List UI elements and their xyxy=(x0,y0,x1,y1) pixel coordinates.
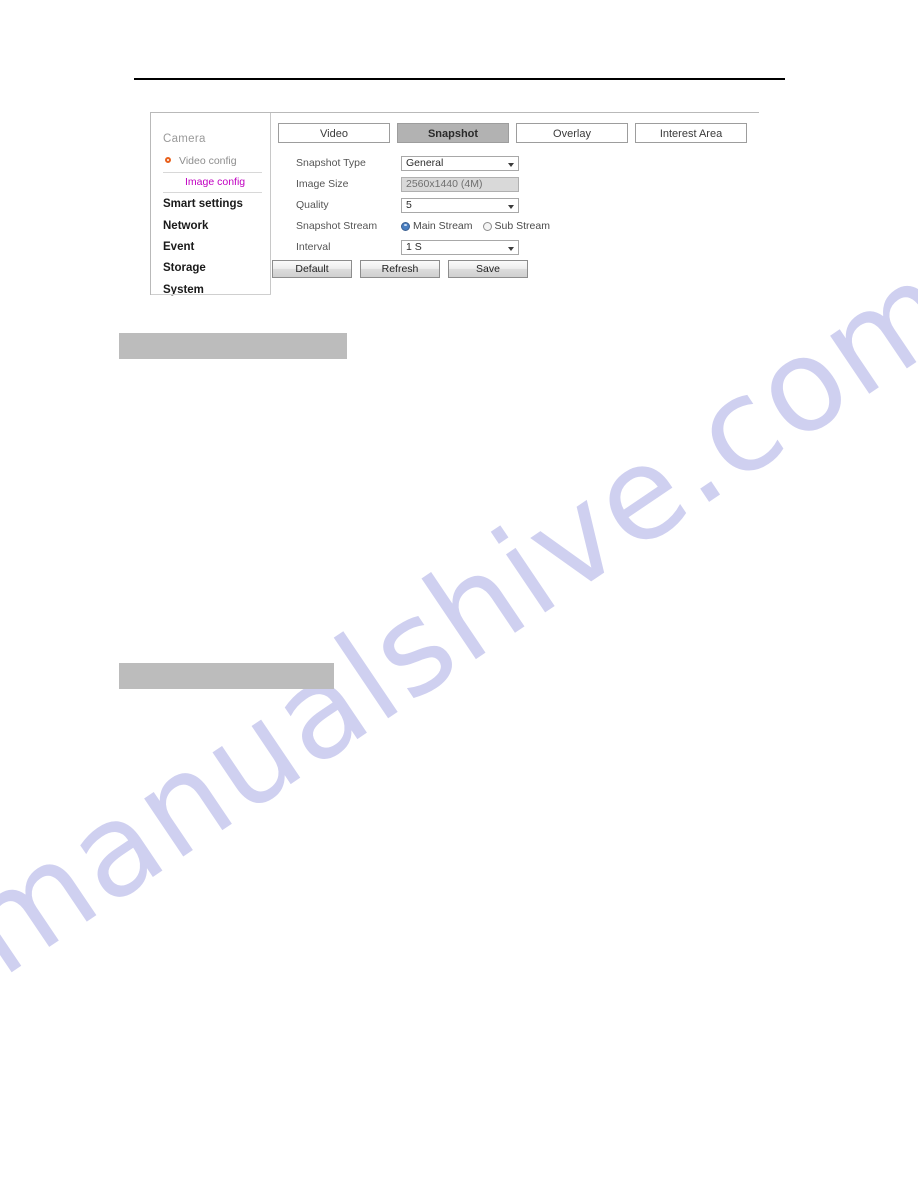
sidebar-item-network[interactable]: Network xyxy=(163,215,270,236)
heading-redaction-lower xyxy=(119,663,334,689)
radio-bullet-icon xyxy=(165,157,171,163)
tab-bar: Video Snapshot Overlay Interest Area xyxy=(278,123,754,143)
quality-label: Quality xyxy=(296,199,329,211)
heading-redaction-upper xyxy=(119,333,347,359)
tab-interest-area[interactable]: Interest Area xyxy=(635,123,747,143)
chevron-down-icon xyxy=(508,204,514,209)
sidebar-item-system[interactable]: System xyxy=(163,279,270,300)
radio-unselected-icon xyxy=(482,221,492,231)
camera-web-ui-screenshot: Camera Video config Image config Smart s… xyxy=(150,112,759,296)
snapshot-type-value: General xyxy=(406,156,444,169)
image-size-label: Image Size xyxy=(296,178,349,190)
snapshot-stream-label: Snapshot Stream xyxy=(296,220,378,232)
sidebar-item-event[interactable]: Event xyxy=(163,236,270,257)
form-row-snapshot-stream: Snapshot Stream Main Stream Sub Stream xyxy=(296,216,550,236)
snapshot-settings-form: Snapshot Type General Image Size 2560x14… xyxy=(296,153,550,258)
page-header-rule xyxy=(134,78,785,80)
sidebar-item-video-config[interactable]: Video config xyxy=(163,152,262,173)
form-row-quality: Quality 5 xyxy=(296,195,550,215)
interval-label: Interval xyxy=(296,241,331,253)
watermark-text: manualshive.com xyxy=(0,231,918,1005)
sidebar-item-label: Image config xyxy=(185,175,246,188)
image-size-value: 2560x1440 (4M) xyxy=(406,177,483,190)
snapshot-stream-radio-group: Main Stream Sub Stream xyxy=(401,220,550,232)
default-button[interactable]: Default xyxy=(272,260,352,278)
radio-selected-icon xyxy=(401,221,410,231)
tab-video[interactable]: Video xyxy=(278,123,390,143)
chevron-down-icon xyxy=(508,246,514,251)
sidebar-item-smart-settings[interactable]: Smart settings xyxy=(163,193,270,214)
form-row-interval: Interval 1 S xyxy=(296,237,550,257)
content-pane: Video Snapshot Overlay Interest Area Sna… xyxy=(272,113,759,295)
tab-snapshot[interactable]: Snapshot xyxy=(397,123,509,143)
refresh-button[interactable]: Refresh xyxy=(360,260,440,278)
form-button-row: Default Refresh Save xyxy=(272,260,528,278)
snapshot-type-label: Snapshot Type xyxy=(296,157,366,169)
radio-main-stream-label: Main Stream xyxy=(413,220,473,232)
sidebar-item-storage[interactable]: Storage xyxy=(163,257,270,278)
save-button[interactable]: Save xyxy=(448,260,528,278)
interval-select[interactable]: 1 S xyxy=(401,239,519,255)
quality-select[interactable]: 5 xyxy=(401,197,519,213)
interval-value: 1 S xyxy=(406,240,422,253)
tab-overlay[interactable]: Overlay xyxy=(516,123,628,143)
chevron-down-icon xyxy=(508,162,514,167)
sidebar: Camera Video config Image config Smart s… xyxy=(151,113,271,296)
sidebar-item-image-config[interactable]: Image config xyxy=(163,173,262,194)
quality-value: 5 xyxy=(406,198,412,211)
manual-page: manualshive.com Camera Video config Imag… xyxy=(0,0,918,1188)
form-row-image-size: Image Size 2560x1440 (4M) xyxy=(296,174,550,194)
radio-main-stream[interactable]: Main Stream xyxy=(401,220,473,232)
radio-sub-stream[interactable]: Sub Stream xyxy=(482,220,550,232)
snapshot-type-select[interactable]: General xyxy=(401,155,519,171)
form-row-snapshot-type: Snapshot Type General xyxy=(296,153,550,173)
sidebar-group-title-camera: Camera xyxy=(163,133,206,145)
sidebar-item-label: Video config xyxy=(179,155,237,167)
radio-sub-stream-label: Sub Stream xyxy=(494,220,550,232)
image-size-field: 2560x1440 (4M) xyxy=(401,176,519,192)
